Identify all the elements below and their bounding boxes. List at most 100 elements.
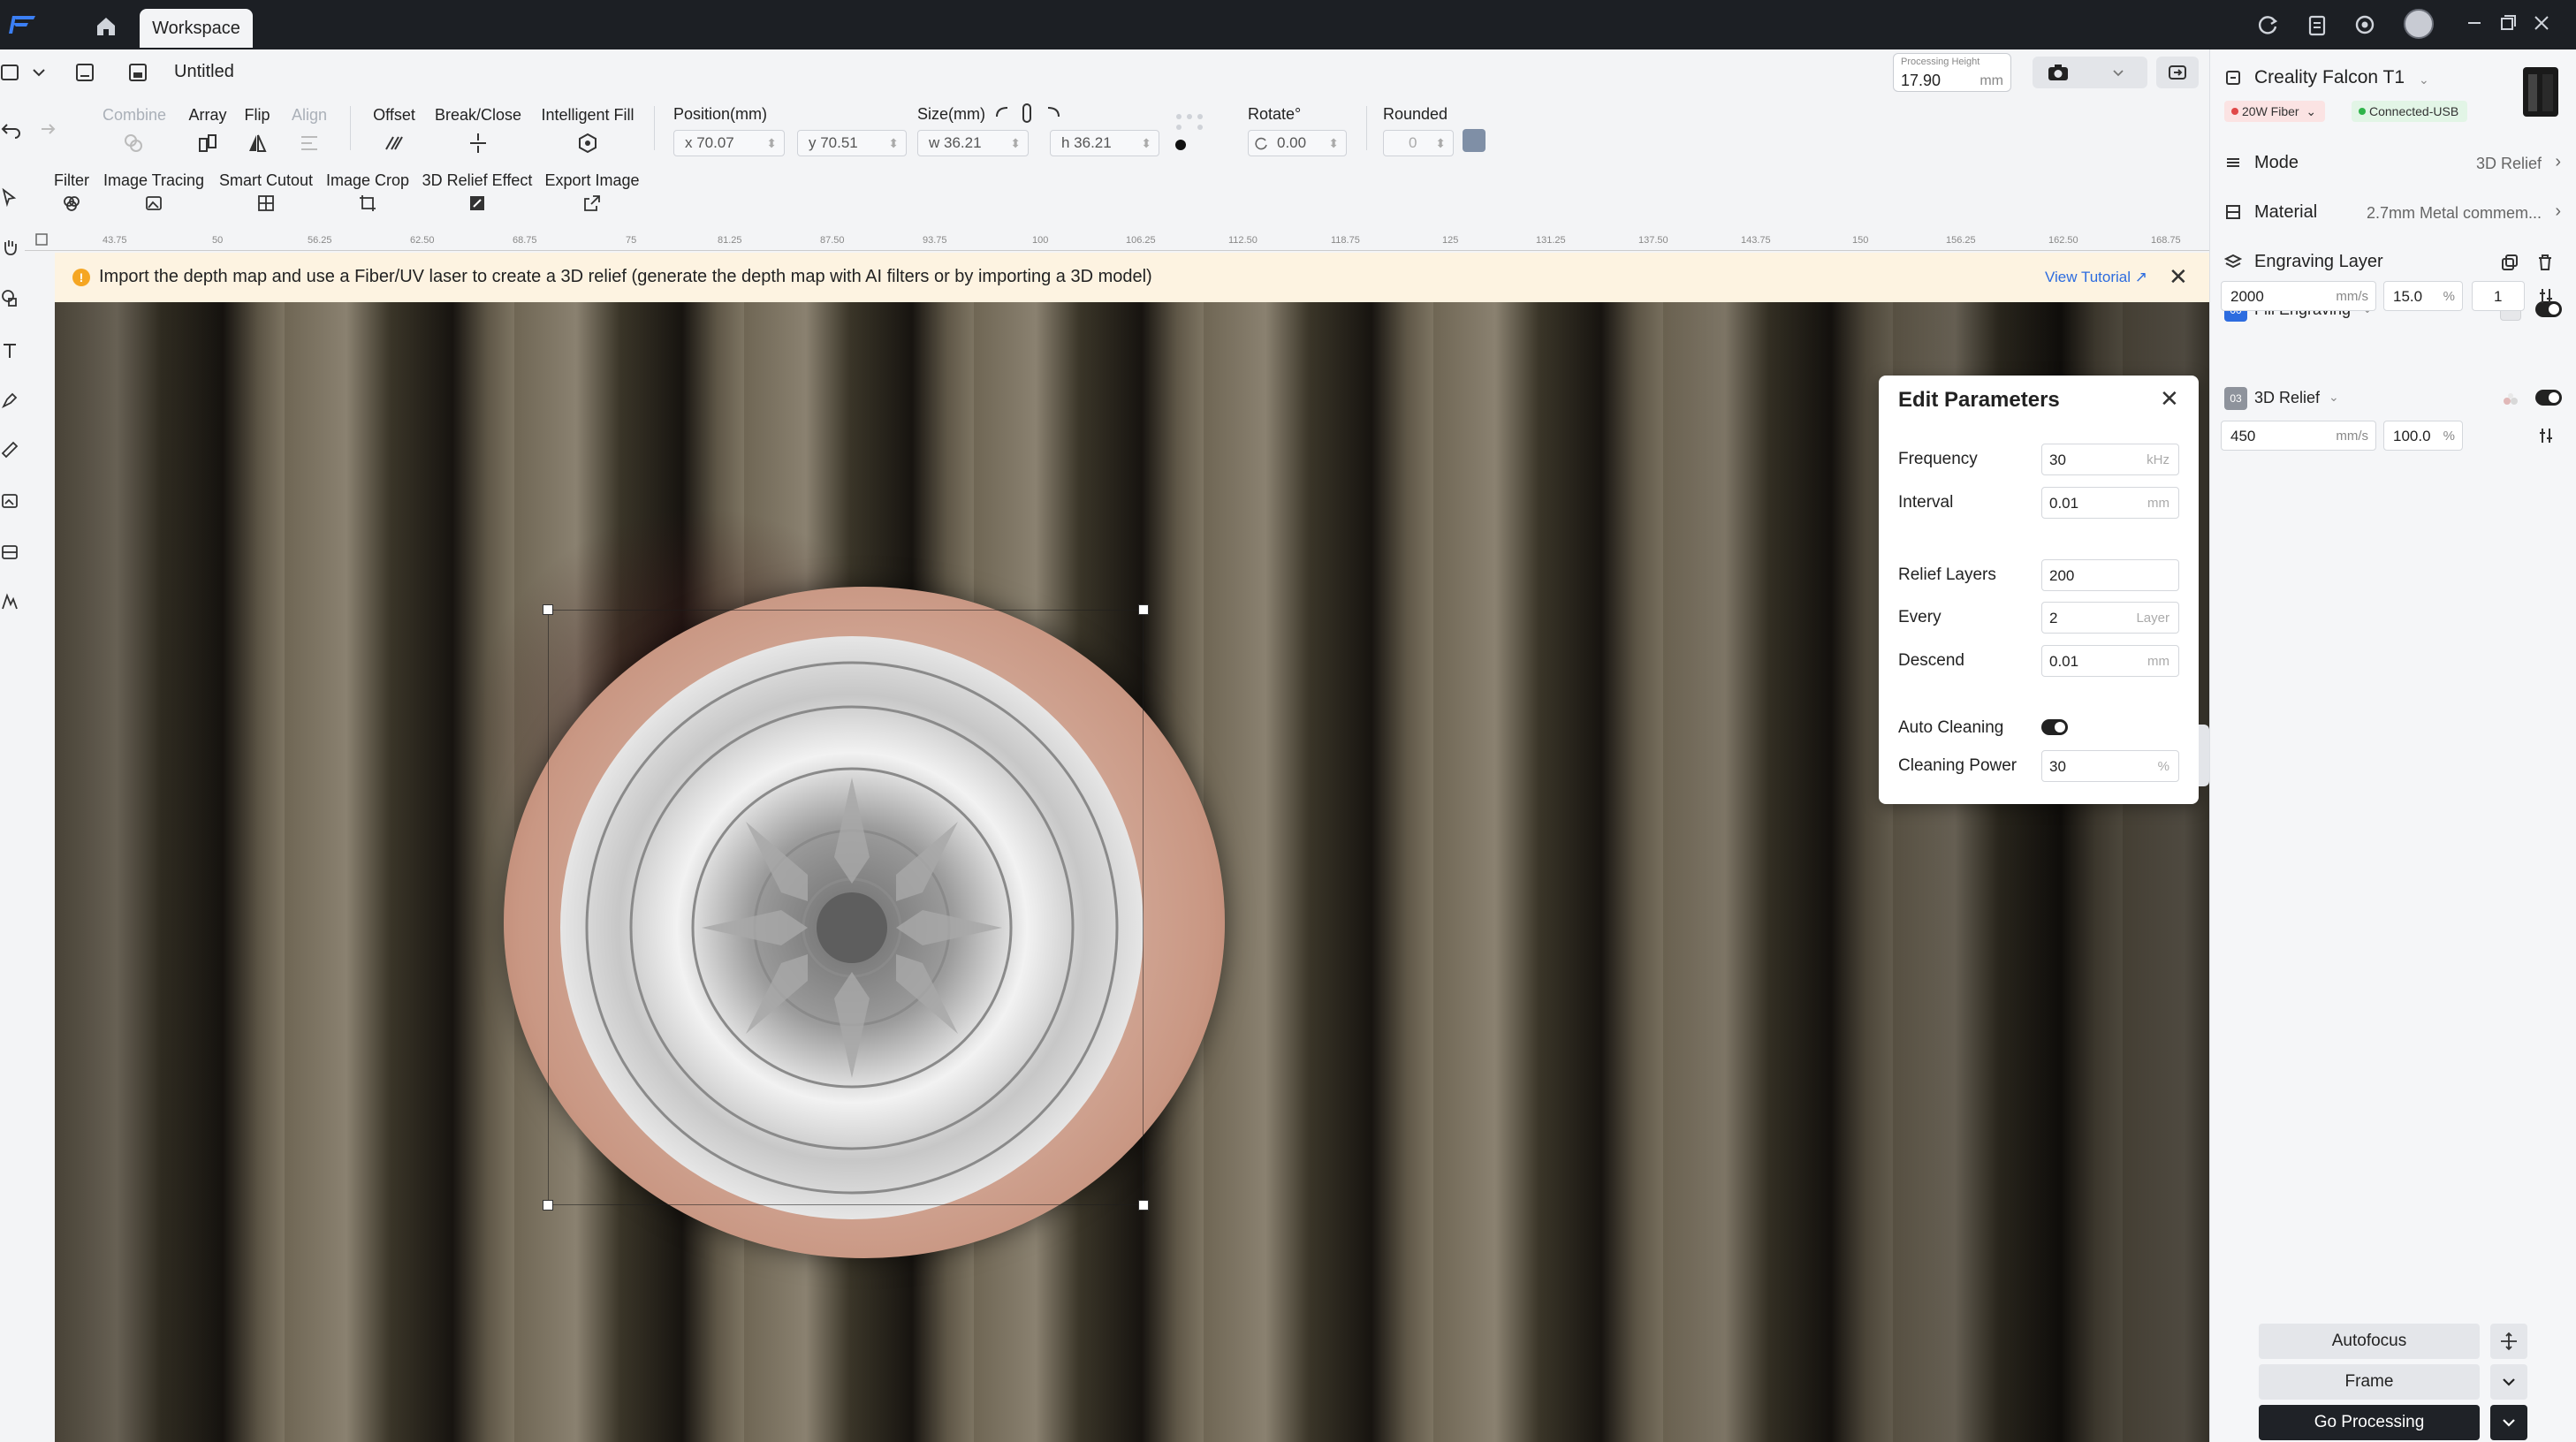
delete-layer-icon[interactable]	[2535, 253, 2555, 272]
color-swatch[interactable]	[1463, 129, 1486, 152]
autofocus-button[interactable]: Autofocus	[2259, 1324, 2480, 1359]
ruler-tick: 118.75	[1331, 235, 1360, 246]
resize-handle-bottom-right[interactable]	[1138, 1200, 1149, 1211]
clipboard-icon[interactable]	[2303, 11, 2331, 39]
home-icon[interactable]	[94, 14, 118, 39]
flip-tool[interactable]: Flip	[242, 106, 272, 155]
smart-cutout-tool[interactable]: Smart Cutout	[217, 171, 315, 213]
laser-tool-icon[interactable]	[0, 592, 19, 611]
camera-options-chevron-icon[interactable]	[2109, 64, 2128, 81]
resize-handle-top-left[interactable]	[543, 604, 553, 615]
user-avatar[interactable]	[2404, 9, 2434, 39]
relief-layers-input[interactable]: 200	[2041, 559, 2179, 591]
relief-power-input[interactable]: 100.0 %	[2383, 421, 2463, 451]
image-import-icon[interactable]	[0, 491, 19, 511]
relief-settings-sliders-icon[interactable]	[2536, 426, 2556, 445]
image-tracing-tool[interactable]: Image Tracing	[103, 171, 205, 213]
cleaning-power-input[interactable]: 30 %	[2041, 750, 2179, 782]
rounded-value: 0	[1409, 134, 1417, 151]
layer-power-input[interactable]: 15.0 %	[2383, 281, 2463, 311]
frame-button[interactable]: Frame	[2259, 1364, 2480, 1400]
ruler-corner-icon[interactable]	[34, 231, 49, 247]
array-tool[interactable]: Array	[186, 106, 230, 155]
view-tutorial-link[interactable]: View Tutorial ↗	[2045, 269, 2147, 286]
refresh-icon[interactable]	[2253, 11, 2282, 39]
pen-tool-icon[interactable]	[0, 391, 19, 410]
every-unit: Layer	[2136, 611, 2169, 626]
duplicate-layer-icon[interactable]	[2500, 253, 2519, 272]
select-arrow-icon[interactable]	[0, 187, 19, 207]
anchor-point-icon[interactable]	[1175, 140, 1186, 150]
every-input[interactable]: 2 Layer	[2041, 602, 2179, 634]
resize-handle-top-right[interactable]	[1138, 604, 1149, 615]
close-notice-icon[interactable]: ✕	[2169, 265, 2188, 288]
engraving-layer-row: Engraving Layer	[2210, 242, 2576, 281]
processing-options-button[interactable]	[2490, 1405, 2527, 1440]
intelligent-fill-tool[interactable]: Intelligent Fill	[539, 106, 636, 155]
device-name[interactable]: Creality Falcon T1	[2254, 67, 2405, 88]
frame-options-button[interactable]	[2490, 1364, 2527, 1400]
cleaning-power-row: Cleaning Power 30 %	[1898, 750, 2181, 782]
layer-3d-relief[interactable]: 03 3D Relief ⌄	[2210, 383, 2576, 414]
descend-input[interactable]: 0.01 mm	[2041, 645, 2179, 677]
position-y-input[interactable]: y 70.51	[797, 130, 907, 156]
filter-tool[interactable]: Filter	[49, 171, 94, 213]
redo-icon[interactable]	[35, 118, 57, 140]
3d-relief-effect-tool[interactable]: 3D Relief Effect	[421, 171, 534, 213]
text-tool-icon[interactable]	[0, 341, 19, 360]
undo-icon[interactable]	[0, 118, 21, 140]
offset-tool[interactable]: Offset	[371, 106, 417, 155]
new-file-icon[interactable]	[0, 60, 25, 85]
auto-cleaning-toggle[interactable]	[2041, 719, 2068, 735]
sync-button[interactable]	[2156, 57, 2199, 88]
restore-icon[interactable]	[2496, 11, 2520, 35]
export-image-tool[interactable]: Export Image	[543, 171, 642, 213]
settings-gear-icon[interactable]	[2351, 11, 2379, 39]
open-file-icon[interactable]	[72, 60, 97, 85]
combine-tool[interactable]: Combine	[103, 106, 166, 155]
offset-icon	[385, 136, 403, 150]
relief-speed-input[interactable]: 450 mm/s	[2221, 421, 2376, 451]
layer-settings-sliders-icon[interactable]	[2536, 286, 2556, 306]
resize-handle-bottom-left[interactable]	[543, 1200, 553, 1211]
close-window-icon[interactable]	[2529, 11, 2554, 35]
anchor-grid-icon[interactable]	[1174, 111, 1212, 136]
minimize-icon[interactable]	[2462, 11, 2487, 35]
hand-pan-icon[interactable]	[0, 237, 19, 256]
align-tool[interactable]: Align	[290, 106, 329, 155]
layer-badge: 03	[2224, 387, 2247, 410]
move-crosshair-button[interactable]	[2490, 1324, 2527, 1359]
layers-tool-icon[interactable]	[0, 543, 19, 562]
shape-tool-icon[interactable]	[0, 288, 19, 307]
camera-icon[interactable]	[2047, 62, 2070, 83]
layer-visibility-toggle[interactable]	[2535, 390, 2562, 406]
collapse-panel-handle[interactable]	[2199, 725, 2209, 786]
break-close-tool[interactable]: Break/Close	[435, 106, 521, 155]
lock-ratio-icon[interactable]	[995, 102, 1060, 125]
tab-workspace[interactable]: Workspace	[140, 9, 253, 48]
mode-row[interactable]: Mode 3D Relief ›	[2210, 143, 2576, 182]
material-row[interactable]: Material 2.7mm Metal commem... ›	[2210, 193, 2576, 231]
processing-height-field[interactable]: Processing Height 17.90 mm	[1893, 53, 2011, 92]
save-icon[interactable]	[125, 60, 150, 85]
position-x-input[interactable]: x 70.07	[673, 130, 785, 156]
rounded-input[interactable]: 0	[1383, 130, 1454, 156]
layer-speed-input[interactable]: 2000 mm/s	[2221, 281, 2376, 311]
interval-row: Interval 0.01 mm	[1898, 487, 2181, 519]
layer-power-unit: %	[2443, 289, 2455, 304]
interval-unit: mm	[2147, 496, 2169, 511]
interval-input[interactable]: 0.01 mm	[2041, 487, 2179, 519]
close-panel-icon[interactable]: ✕	[2160, 386, 2179, 411]
device-chevron-down-icon[interactable]: ⌄	[2419, 72, 2429, 87]
measure-tool-icon[interactable]	[0, 440, 19, 459]
chevron-down-icon[interactable]	[27, 60, 51, 85]
frequency-input[interactable]: 30 kHz	[2041, 444, 2179, 475]
image-crop-tool[interactable]: Image Crop	[325, 171, 410, 213]
size-w-input[interactable]: w 36.21	[917, 130, 1029, 156]
layer-chevron-down-icon[interactable]: ⌄	[2329, 390, 2339, 405]
selection-box[interactable]	[548, 610, 1144, 1205]
layer-passes-input[interactable]: 1	[2472, 281, 2525, 311]
go-processing-button[interactable]: Go Processing	[2259, 1405, 2480, 1440]
size-h-input[interactable]: h 36.21	[1050, 130, 1159, 156]
laser-type-badge[interactable]: 20W Fiber ⌄	[2224, 101, 2326, 122]
